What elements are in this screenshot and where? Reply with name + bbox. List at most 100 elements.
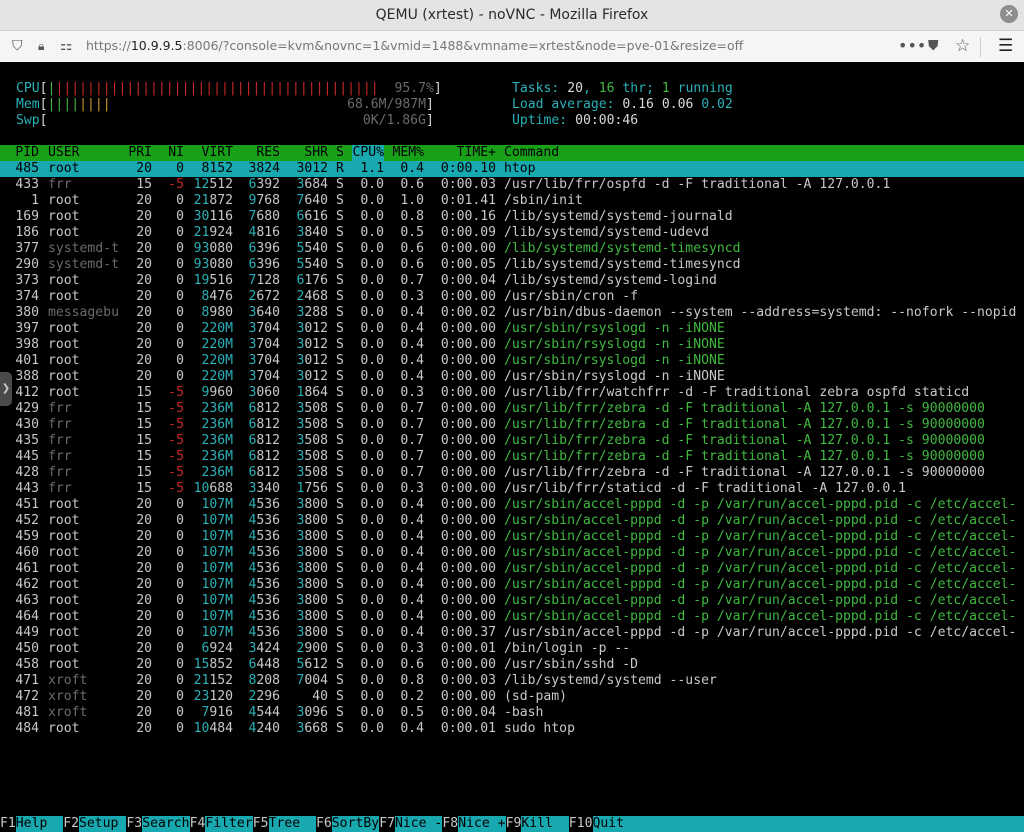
fkey-label-help[interactable]: Help (15, 816, 64, 832)
cell-mem: 0.6 (400, 657, 424, 672)
pocket-icon[interactable]: ⛊ (928, 37, 939, 55)
cpu-label: CPU (16, 81, 40, 96)
table-row[interactable]: 429 frr 15 -5 236M 6812 3508 S 0.0 0.7 0:00.00/usr… (0, 401, 1024, 417)
table-row[interactable]: 471 xroft 20 0 21152 8208 7004 S 0.0 0.8 0:00.03/l… (0, 673, 1024, 689)
cell-s: S (336, 577, 344, 592)
table-row[interactable]: 459 root 20 0 107M 4536 3800 S 0.0 0.4 0:00.00/usr… (0, 529, 1024, 545)
window-close-button[interactable]: ✕ (1000, 5, 1018, 23)
fkey-f3[interactable]: F3 (126, 816, 143, 832)
table-row[interactable]: 1 root 20 0 21872 9768 7640 S 0.0 1.0 0:01.41/sbin… (0, 193, 1024, 209)
table-row[interactable]: 186 root 20 0 21924 4816 3840 S 0.0 0.5 0:00.09/li… (0, 225, 1024, 241)
fkey-label-kill[interactable]: Kill (521, 816, 569, 832)
fkey-f6[interactable]: F6 (316, 816, 332, 832)
table-row[interactable]: 430 frr 15 -5 236M 6812 3508 S 0.0 0.7 0:00.00/usr… (0, 417, 1024, 433)
column-header-cpu[interactable]: CPU% (352, 145, 384, 161)
table-row[interactable]: 450 root 20 0 6924 3424 2900 S 0.0 0.3 0:00.01/bin… (0, 641, 1024, 657)
table-row[interactable]: 484 root 20 0 10484 4240 3668 S 0.0 0.4 0:00.01 sud… (0, 721, 1024, 737)
table-row[interactable]: 169 root 20 0 30116 7680 6616 S 0.0 0.8 0:00.16/li… (0, 209, 1024, 225)
table-row[interactable]: 374 root 20 0 8476 2672 2468 S 0.0 0.3 0:00.00/usr… (0, 289, 1024, 305)
column-header-time[interactable]: TIME+ (457, 145, 496, 161)
fkey-f10[interactable]: F10 (568, 816, 593, 832)
fkey-label-setup[interactable]: Setup (79, 816, 127, 832)
column-header-pri[interactable]: PRI (128, 145, 152, 161)
novnc-control-bar-handle[interactable]: ❯ (0, 372, 12, 406)
cell-virt: 220M (201, 337, 233, 352)
cell-shr: 3684 (296, 177, 328, 192)
permissions-icon[interactable]: ⚏ (60, 37, 73, 55)
table-row[interactable]: 460 root 20 0 107M 4536 3800 S 0.0 0.4 0:00.00/usr… (0, 545, 1024, 561)
fkey-f5[interactable]: F5 (252, 816, 269, 832)
table-row[interactable]: 461 root 20 0 107M 4536 3800 S 0.0 0.4 0:00.00/usr… (0, 561, 1024, 577)
fkey-label-tree[interactable]: Tree (268, 816, 316, 832)
fkey-label-search[interactable]: Search (142, 816, 190, 832)
cell-pri: 20 (136, 657, 152, 672)
fkey-label-quit[interactable]: Quit (592, 816, 640, 832)
fkey-f7[interactable]: F7 (379, 816, 395, 832)
cell-s: S (336, 561, 344, 576)
cell-pri: 20 (136, 257, 152, 272)
fkey-f9[interactable]: F9 (505, 816, 522, 832)
cell-shr: 3800 (296, 545, 328, 560)
cell-cmd: /usr/sbin/accel-pppd -d -p /var/run/acce… (504, 513, 1017, 528)
column-header-shr[interactable]: SHR (304, 145, 328, 161)
column-header-user[interactable]: USER (48, 145, 80, 161)
table-row[interactable]: 464 root 20 0 107M 4536 3800 S 0.0 0.4 0:00.00/usr… (0, 609, 1024, 625)
table-row[interactable]: 397 root 20 0 220M 3704 3012 S 0.0 0.4 0:00.00/usr… (0, 321, 1024, 337)
column-header-pid[interactable]: PID (15, 145, 39, 161)
table-row[interactable]: 449 root 20 0 107M 4536 3800 S 0.0 0.4 0:00.37/usr… (0, 625, 1024, 641)
fkey-label-sortby[interactable]: SortBy (331, 816, 380, 832)
cell-res: 3424 (248, 641, 280, 656)
table-row[interactable]: 445 frr 15 -5 236M 6812 3508 S 0.0 0.7 0:00.00/usr… (0, 449, 1024, 465)
shield-icon[interactable]: ⛉ (12, 37, 23, 55)
cell-user: root (48, 497, 80, 512)
column-header-virt[interactable]: VIRT (201, 145, 233, 161)
table-row[interactable]: 428 frr 15 -5 236M 6812 3508 S 0.0 0.7 0:00.00/usr… (0, 465, 1024, 481)
fkey-label-nice[interactable]: Nice + (458, 816, 506, 832)
table-row[interactable]: 458 root 20 0 15852 6448 5612 S 0.0 0.6 0:00.00/us… (0, 657, 1024, 673)
table-row[interactable]: 380 messagebu 20 0 8980 3640 3288 S 0.0 0.4 0:00.0… (0, 305, 1024, 321)
table-row[interactable]: 290 systemd-t 20 0 93080 6396 5540 S 0.0 0.6 0:00.… (0, 257, 1024, 273)
fkey-f8[interactable]: F8 (442, 816, 459, 832)
cell-mem: 0.4 (400, 721, 424, 736)
column-header-mem[interactable]: MEM% (392, 145, 424, 161)
bookmark-star-icon[interactable]: ☆ (955, 37, 970, 55)
url-bar[interactable]: https://10.9.9.5:8006/?console=kvm&novnc… (86, 38, 743, 53)
fkey-f1[interactable]: F1 (0, 816, 16, 832)
column-header-ni[interactable]: NI (168, 145, 184, 161)
fkey-f4[interactable]: F4 (189, 816, 206, 832)
fkey-label-filter[interactable]: Filter (205, 816, 253, 832)
cell-pri: 20 (136, 161, 152, 176)
table-row[interactable]: 388 root 20 0 220M 3704 3012 S 0.0 0.4 0:00.00/usr… (0, 369, 1024, 385)
table-row[interactable]: 433 frr 15 -5 12512 6392 3684 S 0.0 0.6 0:00.03/us… (0, 177, 1024, 193)
column-header-res[interactable]: RES (256, 145, 280, 161)
table-row[interactable]: 401 root 20 0 220M 3704 3012 S 0.0 0.4 0:00.00/usr… (0, 353, 1024, 369)
lock-warning-icon[interactable]: 🔒︎ (38, 37, 44, 55)
table-row[interactable]: 412 root 15 -5 9960 3060 1864 S 0.0 0.3 0:00.00/us… (0, 385, 1024, 401)
table-row[interactable]: 377 systemd-t 20 0 93080 6396 5540 S 0.0 0.6 0:00.… (0, 241, 1024, 257)
table-row[interactable]: 462 root 20 0 107M 4536 3800 S 0.0 0.4 0:00.00/usr… (0, 577, 1024, 593)
fkey-label-nice[interactable]: Nice - (395, 816, 443, 832)
table-row[interactable]: 435 frr 15 -5 236M 6812 3508 S 0.0 0.7 0:00.00/usr… (0, 433, 1024, 449)
cell-cmd: /lib/systemd/systemd-timesyncd (504, 257, 741, 272)
table-row[interactable]: 451 root 20 0 107M 4536 3800 S 0.0 0.4 0:00.00/usr… (0, 497, 1024, 513)
page-actions-icon[interactable]: ••• (898, 37, 926, 55)
table-row[interactable]: 472 xroft 20 0 23120 2296 40 S 0.0 0.2 0:00.00 (sd-… (0, 689, 1024, 705)
vnc-terminal[interactable]: CPU[||||||||||||||||||||||||||||||||||||… (0, 62, 1024, 832)
column-header-command[interactable]: Command (504, 145, 559, 161)
table-row[interactable]: 481 xroft 20 0 7916 4544 3096 S 0.0 0.5 0:00.04 -ba… (0, 705, 1024, 721)
cell-ni: -5 (168, 417, 184, 432)
cell-s: S (336, 465, 344, 480)
table-row[interactable]: 373 root 20 0 19516 7128 6176 S 0.0 0.7 0:00.04/li… (0, 273, 1024, 289)
cell-virt: 21924 (193, 225, 233, 240)
column-header-s[interactable]: S (336, 145, 344, 161)
fkey-f2[interactable]: F2 (63, 816, 79, 832)
cell-shr: 3012 (296, 321, 328, 336)
process-table-header[interactable]: PID USER PRI NI VIRT RES SHR S CPU% MEM% TIME+ Comm… (0, 145, 1024, 161)
table-row[interactable]: 452 root 20 0 107M 4536 3800 S 0.0 0.4 0:00.00/usr… (0, 513, 1024, 529)
cell-s: S (336, 689, 344, 704)
table-row[interactable]: 463 root 20 0 107M 4536 3800 S 0.0 0.4 0:00.00/usr… (0, 593, 1024, 609)
hamburger-menu-icon[interactable]: ☰ (998, 37, 1013, 55)
table-row[interactable]: 485 root 20 0 8152 3824 3012 R 1.1 0.4 0:00.10 htop (0, 161, 1024, 177)
table-row[interactable]: 398 root 20 0 220M 3704 3012 S 0.0 0.4 0:00.00/usr… (0, 337, 1024, 353)
table-row[interactable]: 443 frr 15 -5 10688 3340 1756 S 0.0 0.3 0:00.00/us… (0, 481, 1024, 497)
